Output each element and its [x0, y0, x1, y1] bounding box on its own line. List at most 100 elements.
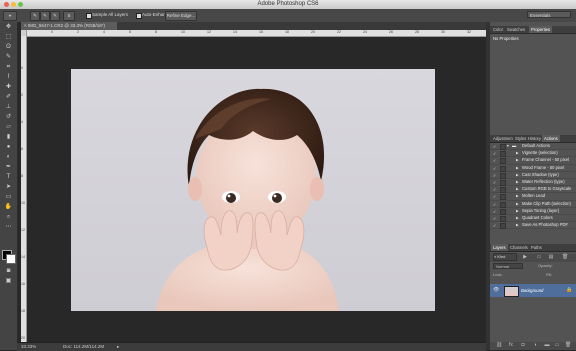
adjustment-layer-icon[interactable]: ◑: [532, 342, 538, 348]
ruler-origin[interactable]: [21, 30, 27, 36]
action-dialog-toggle[interactable]: [500, 194, 506, 201]
add-selection-brush-icon[interactable]: ✎: [40, 11, 50, 21]
tab-color[interactable]: Color: [491, 26, 505, 33]
zoom-tool-icon[interactable]: ⌕: [3, 214, 14, 221]
layer-row-background[interactable]: 👁 Background 🔒: [490, 284, 576, 297]
brush-size-picker[interactable]: 5: [63, 11, 75, 21]
new-selection-brush-icon[interactable]: ✎: [30, 11, 40, 21]
action-row[interactable]: ✓ ▶ Water Reflection (type): [490, 179, 576, 187]
action-dialog-toggle[interactable]: [500, 151, 506, 158]
background-color-swatch[interactable]: [6, 254, 16, 264]
action-dialog-toggle[interactable]: [500, 180, 506, 186]
document-tab[interactable]: × IMG_5647-1.CR2 @ 33.3% (RGB/16*): [21, 22, 117, 30]
crop-tool-icon[interactable]: ⌗: [3, 64, 14, 71]
tab-channels[interactable]: Channels: [508, 244, 530, 251]
close-window-button[interactable]: [4, 2, 9, 7]
action-dialog-toggle[interactable]: [500, 208, 506, 215]
action-row[interactable]: ✓ ▶ Sepia Toning (layer): [490, 208, 576, 215]
play-action-icon[interactable]: ▶: [522, 254, 528, 260]
action-dialog-toggle[interactable]: [500, 216, 506, 222]
action-dialog-toggle[interactable]: [500, 223, 506, 230]
extra-tools-icon[interactable]: ⋯: [3, 224, 14, 231]
add-mask-icon[interactable]: ◘: [520, 342, 526, 348]
expand-triangle-icon[interactable]: ▶: [516, 215, 519, 221]
marquee-tool-icon[interactable]: ⬚: [3, 34, 14, 41]
action-row[interactable]: ✓ ▶ Save As Photoshop PDF: [490, 222, 576, 230]
horizontal-ruler[interactable]: 202468101214161820222426283032: [21, 30, 486, 37]
tab-adjustments[interactable]: Adjustmen: [491, 135, 515, 142]
action-dialog-toggle[interactable]: [500, 187, 506, 194]
document-image[interactable]: [71, 69, 435, 311]
tab-history[interactable]: History: [526, 135, 543, 142]
minimize-window-button[interactable]: [11, 2, 16, 7]
screen-mode-icon[interactable]: ▣: [3, 278, 14, 285]
link-layers-icon[interactable]: ⛓: [496, 342, 502, 348]
expand-triangle-icon[interactable]: ▶: [516, 157, 519, 163]
tab-actions[interactable]: Actions: [542, 135, 560, 142]
action-row[interactable]: ✓ ▶ Cast Shadow (type): [490, 172, 576, 179]
eraser-tool-icon[interactable]: ▱: [3, 124, 14, 131]
workspace-switcher[interactable]: Essentials: [527, 11, 571, 18]
action-checkmark-icon[interactable]: ✓: [493, 223, 496, 229]
layer-filter-kind[interactable]: ⌕ Kind: [493, 253, 517, 261]
action-row[interactable]: ✓ ▶ Custom RGB to Grayscale: [490, 186, 576, 194]
tab-paths[interactable]: Paths: [529, 244, 544, 251]
move-tool-icon[interactable]: ✥: [3, 24, 14, 31]
type-tool-icon[interactable]: T: [3, 174, 14, 181]
action-dialog-toggle[interactable]: [500, 165, 506, 172]
expand-triangle-icon[interactable]: ▶: [516, 150, 519, 156]
action-row[interactable]: ✓ ▶ Frame Channel - 50 pixel: [490, 157, 576, 165]
expand-triangle-icon[interactable]: ▶: [516, 179, 519, 185]
action-name: Custom RGB to Grayscale: [522, 186, 572, 192]
zoom-window-button[interactable]: [18, 2, 23, 7]
action-dialog-toggle[interactable]: [500, 158, 506, 165]
brush-tool-icon[interactable]: ✐: [3, 94, 14, 101]
action-dialog-toggle[interactable]: [500, 172, 506, 179]
shape-tool-icon[interactable]: ▭: [3, 194, 14, 201]
expand-triangle-icon[interactable]: ▶: [516, 193, 519, 199]
action-row[interactable]: ✓ ▶ Molten Lead: [490, 193, 576, 201]
healing-brush-tool-icon[interactable]: ✚: [3, 84, 14, 91]
lasso-tool-icon[interactable]: ʘ: [3, 44, 14, 51]
new-set-icon[interactable]: ▭: [536, 254, 542, 260]
gradient-tool-icon[interactable]: ▮: [3, 134, 14, 141]
blend-mode-select[interactable]: Normal: [493, 263, 523, 269]
blur-tool-icon[interactable]: ●: [3, 144, 14, 151]
refine-edge-button[interactable]: Refine Edge...: [165, 11, 197, 21]
action-row[interactable]: ✓ ▶ Vignette (selection): [490, 150, 576, 158]
clone-stamp-tool-icon[interactable]: ⊥: [3, 104, 14, 111]
action-dialog-toggle[interactable]: [500, 201, 506, 208]
tab-layers[interactable]: Layers: [491, 244, 508, 251]
tab-properties[interactable]: Properties: [529, 26, 553, 33]
subtract-selection-brush-icon[interactable]: ✎: [50, 11, 60, 21]
expand-triangle-icon[interactable]: ▶: [516, 222, 519, 228]
pen-tool-icon[interactable]: ✒: [3, 164, 14, 171]
tab-swatches[interactable]: Swatches: [505, 26, 527, 33]
hand-tool-icon[interactable]: ✋: [3, 204, 14, 211]
dodge-tool-icon[interactable]: ◐: [3, 154, 14, 161]
expand-triangle-icon[interactable]: ▶: [516, 201, 519, 207]
new-action-icon[interactable]: ▤: [548, 254, 554, 260]
expand-triangle-icon[interactable]: ▶: [516, 165, 519, 171]
expand-triangle-icon[interactable]: ▶: [516, 208, 519, 214]
actions-list[interactable]: ✓ ▼ ▬ Default Actions ✓ ▶ Vignette (select…: [490, 143, 576, 253]
expand-triangle-icon[interactable]: ▶: [516, 186, 519, 192]
quick-selection-tool-icon[interactable]: ✎: [3, 54, 14, 61]
eyedropper-tool-icon[interactable]: ⌇: [3, 74, 14, 81]
layer-visibility-eye-icon[interactable]: 👁: [493, 287, 499, 293]
expand-triangle-icon[interactable]: ▼: [506, 143, 510, 149]
new-group-icon[interactable]: ▬: [544, 342, 550, 348]
delete-layer-icon[interactable]: 🗑: [565, 342, 571, 348]
action-row[interactable]: ✓ ▶ Make Clip Path (selection): [490, 201, 576, 208]
layer-style-icon[interactable]: fx: [508, 342, 514, 348]
action-row[interactable]: ✓ ▶ Quadrant Colors: [490, 215, 576, 223]
quick-mask-icon[interactable]: ◙: [3, 268, 14, 275]
expand-triangle-icon[interactable]: ▶: [516, 172, 519, 178]
history-brush-tool-icon[interactable]: ↺: [3, 114, 14, 121]
delete-action-icon[interactable]: 🗑: [562, 254, 568, 260]
path-selection-tool-icon[interactable]: ➤: [3, 184, 14, 191]
new-layer-icon[interactable]: ▭: [554, 342, 560, 348]
action-row[interactable]: ✓ ▶ Wood Frame - 50 pixel: [490, 165, 576, 172]
action-set-row[interactable]: ✓ ▼ ▬ Default Actions: [490, 143, 576, 151]
tool-preset-picker[interactable]: ⌖: [3, 11, 17, 21]
